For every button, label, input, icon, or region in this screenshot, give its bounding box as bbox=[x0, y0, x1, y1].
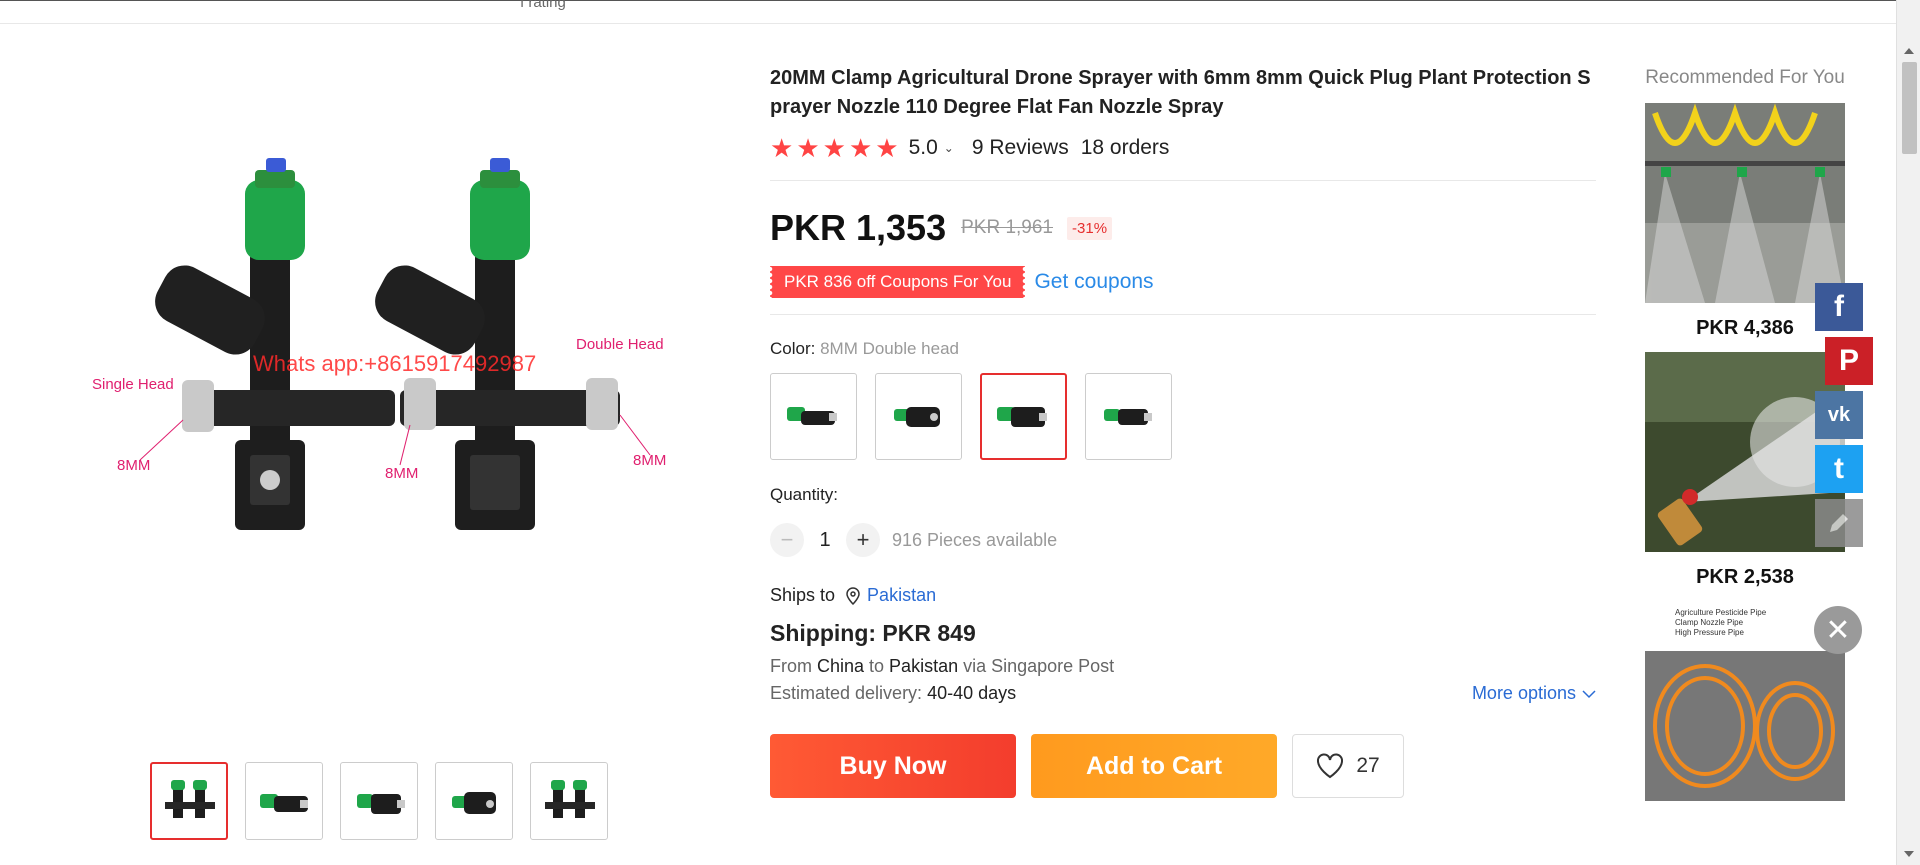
rec-caption-2: Clamp Nozzle Pipe bbox=[1675, 618, 1744, 627]
reviews-link[interactable]: 9 Reviews bbox=[972, 136, 1069, 160]
estimated-delivery-value: 40-40 days bbox=[927, 683, 1017, 703]
thumbnail-1[interactable] bbox=[150, 762, 228, 840]
thumbnail-3[interactable] bbox=[340, 762, 418, 840]
coupon-badge[interactable]: PKR 836 off Coupons For You bbox=[770, 266, 1026, 298]
thumbnail-2[interactable] bbox=[245, 762, 323, 840]
heart-icon bbox=[1317, 753, 1344, 779]
color-swatch-3[interactable] bbox=[980, 373, 1067, 460]
scroll-up-arrow-icon[interactable] bbox=[1904, 48, 1914, 54]
get-coupons-link[interactable]: Get coupons bbox=[1034, 270, 1153, 294]
scroll-thumb[interactable] bbox=[1902, 62, 1917, 154]
quantity-label: Quantity: bbox=[770, 485, 839, 504]
recommended-price-2: PKR 2,538 bbox=[1696, 566, 1794, 588]
label-double-head: Double Head bbox=[576, 336, 664, 353]
star-rating: ★ ★ ★ ★ ★ bbox=[770, 135, 899, 161]
star-icon: ★ bbox=[770, 133, 794, 163]
ships-to-country-link[interactable]: Pakistan bbox=[867, 585, 936, 606]
color-row: Color: 8MM Double head bbox=[770, 339, 1596, 359]
to-country: Pakistan bbox=[889, 656, 959, 676]
estimated-delivery-label: Estimated delivery: bbox=[770, 683, 928, 703]
price-row: PKR 1,353 PKR 1,961 -31% bbox=[770, 207, 1596, 249]
ships-to-label: Ships to bbox=[770, 585, 836, 605]
pinterest-icon[interactable]: P bbox=[1825, 337, 1873, 385]
star-icon: ★ bbox=[796, 133, 820, 163]
ships-to-row: Ships to Pakistan bbox=[770, 585, 1596, 606]
more-options-link[interactable]: More options bbox=[1472, 683, 1596, 704]
color-swatch-1[interactable] bbox=[770, 373, 857, 460]
discount-badge: -31% bbox=[1067, 216, 1113, 240]
star-icon: ★ bbox=[822, 133, 846, 163]
rating-value[interactable]: 5.0 bbox=[909, 136, 938, 160]
label-8mm-middle: 8MM bbox=[385, 465, 418, 482]
location-pin-icon bbox=[846, 586, 860, 605]
topbar-text: ı rating bbox=[520, 0, 566, 11]
quantity-decrease-button[interactable]: − bbox=[770, 523, 804, 557]
page-scrollbar[interactable] bbox=[1896, 0, 1920, 865]
thumbnail-strip bbox=[150, 762, 608, 840]
carrier: via Singapore Post bbox=[958, 656, 1115, 676]
shipping-cost: Shipping: PKR 849 bbox=[770, 620, 976, 646]
rating-row: ★ ★ ★ ★ ★ 5.0 ⌄ 9 Reviews 18 orders bbox=[770, 135, 1596, 161]
available-count: 916 Pieces available bbox=[892, 529, 1058, 550]
action-buttons: Buy Now Add to Cart 27 bbox=[770, 734, 1596, 798]
thumbnail-5[interactable] bbox=[530, 762, 608, 840]
current-price: PKR 1,353 bbox=[770, 207, 947, 248]
label-8mm-right: 8MM bbox=[633, 452, 666, 469]
add-to-cart-button[interactable]: Add to Cart bbox=[1031, 734, 1277, 798]
label-8mm-left: 8MM bbox=[117, 457, 150, 474]
twitter-icon[interactable]: t bbox=[1815, 445, 1863, 493]
wishlist-count: 27 bbox=[1356, 754, 1380, 777]
top-bar: ı rating bbox=[0, 0, 1897, 24]
original-price: PKR 1,961 bbox=[961, 217, 1054, 238]
quantity-stepper: − 1 + 916 Pieces available bbox=[770, 523, 1596, 557]
facebook-icon[interactable]: f bbox=[1815, 283, 1863, 331]
coupon-row: PKR 836 off Coupons For You Get coupons bbox=[770, 266, 1596, 298]
color-value: 8MM Double head bbox=[820, 339, 959, 358]
chevron-down-icon bbox=[1582, 689, 1596, 698]
rec-caption-3: High Pressure Pipe bbox=[1675, 628, 1744, 637]
color-swatch-2[interactable] bbox=[875, 373, 962, 460]
delivery-row: Estimated delivery: 40-40 days More opti… bbox=[770, 683, 1596, 704]
orders-count: 18 orders bbox=[1080, 136, 1170, 159]
quantity-increase-button[interactable]: + bbox=[846, 523, 880, 557]
quantity-input[interactable]: 1 bbox=[804, 529, 846, 552]
buy-now-button[interactable]: Buy Now bbox=[770, 734, 1016, 798]
from-country: China bbox=[817, 656, 865, 676]
recommended-image-1[interactable] bbox=[1645, 103, 1845, 303]
star-icon: ★ bbox=[875, 133, 899, 163]
rec-caption-1: Agriculture Pesticide Pipe bbox=[1675, 608, 1767, 617]
close-share-button[interactable]: ✕ bbox=[1814, 606, 1862, 654]
color-swatches bbox=[770, 373, 1596, 460]
color-swatch-4[interactable] bbox=[1085, 373, 1172, 460]
main-product-image[interactable]: Single Head Double Head 8MM 8MM 8MM What… bbox=[70, 60, 700, 710]
wishlist-button[interactable]: 27 bbox=[1292, 734, 1404, 798]
star-icon: ★ bbox=[848, 133, 873, 163]
recommended-title: Recommended For You bbox=[1645, 67, 1845, 88]
chevron-down-icon[interactable]: ⌄ bbox=[944, 141, 954, 155]
edit-icon[interactable] bbox=[1815, 499, 1863, 547]
vk-icon[interactable]: vk bbox=[1815, 391, 1863, 439]
scroll-down-arrow-icon[interactable] bbox=[1904, 851, 1914, 857]
product-info: 20MM Clamp Agricultural Drone Sprayer wi… bbox=[770, 64, 1596, 798]
divider bbox=[770, 314, 1596, 315]
from-label: From bbox=[770, 656, 817, 676]
social-share-bar: f P vk t bbox=[1815, 283, 1879, 547]
color-label: Color: bbox=[770, 339, 821, 358]
shipping-route: From China to Pakistan via Singapore Pos… bbox=[770, 656, 1596, 677]
divider bbox=[770, 180, 1596, 181]
thumbnail-4[interactable] bbox=[435, 762, 513, 840]
to-label: to bbox=[864, 656, 890, 676]
more-options-label: More options bbox=[1471, 683, 1576, 703]
label-single-head: Single Head bbox=[92, 376, 174, 393]
watermark-text: Whats app:+8615917492987 bbox=[253, 351, 536, 376]
product-title: 20MM Clamp Agricultural Drone Sprayer wi… bbox=[770, 67, 1591, 118]
